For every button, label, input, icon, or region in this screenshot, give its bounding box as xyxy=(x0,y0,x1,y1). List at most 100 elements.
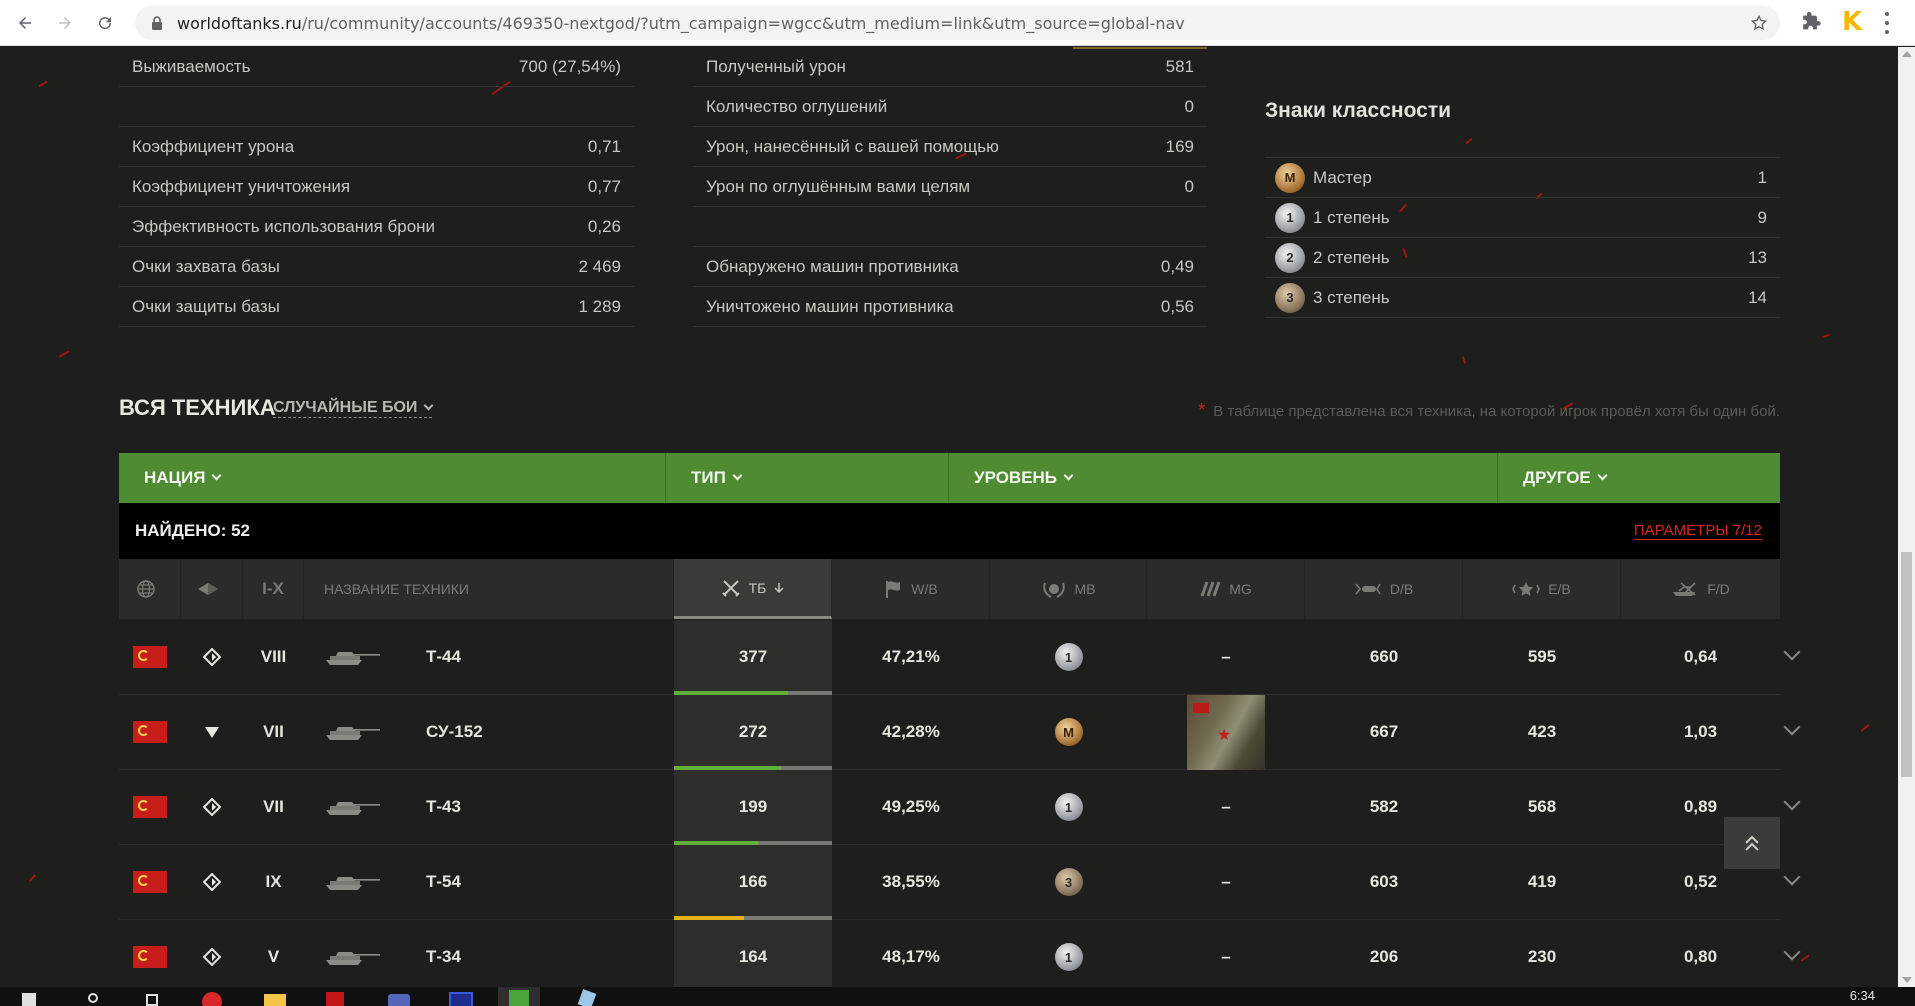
address-bar[interactable]: worldoftanks.ru/ru/community/accounts/46… xyxy=(135,6,1780,40)
col-marks[interactable]: MG xyxy=(1147,559,1305,619)
shell-burst-icon xyxy=(1355,583,1381,595)
row-expand-button[interactable] xyxy=(1783,643,1806,670)
stat-row: Обнаружено машин противника 0,49 xyxy=(693,247,1207,287)
spark-decoration xyxy=(58,350,70,358)
task-view-icon[interactable] xyxy=(140,987,164,1006)
vehicle-name: Т-43 xyxy=(426,797,461,816)
vehicle-name-cell[interactable]: СУ-152 xyxy=(304,695,674,770)
kd-value: 0,52 xyxy=(1683,872,1718,891)
back-button[interactable] xyxy=(10,8,40,38)
browser-menu-icon[interactable] xyxy=(1885,12,1891,34)
page-scrollbar[interactable] xyxy=(1898,47,1915,987)
vehicle-row[interactable]: IX Т-54 166 38,55% 3 – 603 419 0,52 xyxy=(119,844,1780,920)
col-kd[interactable]: F/D xyxy=(1621,559,1780,619)
vehicle-row[interactable]: VII Т-43 199 49,25% 1 – 582 568 0,89 xyxy=(119,769,1780,845)
stat-row: Урон, нанесённый с вашей помощью 169 xyxy=(693,127,1207,167)
monitor-app-icon[interactable] xyxy=(448,987,473,1006)
damage-cell: 660 xyxy=(1305,620,1463,695)
search-icon[interactable] xyxy=(82,987,106,1006)
folder-icon[interactable] xyxy=(262,987,286,1006)
game-icon[interactable] xyxy=(322,987,346,1006)
vehicle-name-cell[interactable]: Т-44 xyxy=(304,620,674,695)
mastery-badge-icon: M xyxy=(1054,718,1083,746)
vehicle-row[interactable]: VII СУ-152 272 42,28% M 667 423 1,03 xyxy=(119,694,1780,770)
params-link[interactable]: ПАРАМЕТРЫ 7/12 xyxy=(1633,522,1762,540)
row-expand-button[interactable] xyxy=(1783,793,1806,820)
bookmark-star-icon[interactable] xyxy=(1750,14,1768,32)
winrate-value: 48,17% xyxy=(882,947,940,966)
winrate-cell: 48,17% xyxy=(832,920,990,988)
wot-launcher-icon[interactable] xyxy=(498,987,540,1006)
battles-value: 166 xyxy=(738,872,768,891)
spark-decoration xyxy=(1821,333,1831,339)
vehicle-row[interactable]: VIII Т-44 377 47,21% 1 – 660 595 0,64 xyxy=(119,619,1780,695)
tank-destroyer-icon xyxy=(205,727,219,738)
col-winrate[interactable]: W/B xyxy=(832,559,990,619)
xp-cell: 419 xyxy=(1463,845,1621,920)
winrate-cell: 47,21% xyxy=(832,620,990,695)
col-nation[interactable] xyxy=(119,559,181,619)
col-damage[interactable]: D/B xyxy=(1305,559,1463,619)
vehicle-name-cell[interactable]: Т-54 xyxy=(304,845,674,920)
col-name[interactable]: НАЗВАНИЕ ТЕХНИКИ xyxy=(304,559,674,619)
nation-cell xyxy=(119,695,181,770)
xp-value: 423 xyxy=(1527,722,1557,741)
medal-first-class-icon: 1 xyxy=(1275,202,1305,233)
scroll-to-top-button[interactable] xyxy=(1724,817,1780,869)
spark-decoration xyxy=(38,80,48,88)
row-expand-button[interactable] xyxy=(1783,868,1806,895)
type-cell xyxy=(181,920,243,988)
damage-cell: 667 xyxy=(1305,695,1463,770)
col-xp[interactable]: E/B xyxy=(1463,559,1621,619)
gun-marks-icon xyxy=(1200,581,1221,597)
battles-cell: 377 xyxy=(674,619,832,695)
gun-marks-cell: – xyxy=(1147,920,1305,988)
gun-marks-value: – xyxy=(1221,647,1231,666)
battle-mode-dropdown[interactable]: СЛУЧАЙНЫЕ БОИ xyxy=(273,399,434,418)
windows-start-icon[interactable] xyxy=(18,987,42,1006)
col-battles[interactable]: ТБ xyxy=(674,559,832,619)
ussr-flag-icon xyxy=(133,796,167,818)
chevron-down-icon xyxy=(211,470,222,480)
nation-cell xyxy=(119,845,181,920)
stat-row xyxy=(119,87,634,127)
vehicle-table-header: I-X НАЗВАНИЕ ТЕХНИКИ ТБ W/B MB MG D/B E/… xyxy=(119,559,1780,619)
chevron-down-icon xyxy=(1783,943,1801,961)
scrollbar-thumb[interactable] xyxy=(1901,552,1912,777)
vehicle-name-cell[interactable]: Т-34 xyxy=(304,920,674,988)
col-type[interactable] xyxy=(181,559,243,619)
extensions-puzzle-icon[interactable] xyxy=(1800,11,1822,33)
filter-nation[interactable]: НАЦИЯ xyxy=(119,453,666,503)
vehicle-row[interactable]: V Т-34 164 48,17% 1 – 206 230 0,80 xyxy=(119,919,1780,988)
page-content: Выживаемость 700 (27,54%) Коэффициент уро… xyxy=(0,47,1898,987)
arrow-left-icon xyxy=(19,16,31,29)
chevron-down-icon xyxy=(1063,470,1074,480)
mastery-table: M Мастер 1 1 1 степень 9 2 2 степень 13 3 3… xyxy=(1265,157,1780,318)
forward-button[interactable] xyxy=(50,8,80,38)
col-mastery[interactable]: MB xyxy=(990,559,1147,619)
filter-other[interactable]: ДРУГОЕ xyxy=(1498,453,1780,503)
nation-cell xyxy=(119,620,181,695)
battles-cell: 199 xyxy=(674,769,832,845)
mastery-row: M Мастер 1 xyxy=(1265,158,1780,198)
chevron-down-icon xyxy=(1597,470,1608,480)
extension-k-icon[interactable]: K xyxy=(1842,8,1866,36)
medal-master-icon: M xyxy=(1275,162,1305,193)
reload-button[interactable] xyxy=(90,8,120,38)
row-expand-button[interactable] xyxy=(1783,943,1806,970)
double-chevron-up-icon xyxy=(1745,835,1759,851)
notepad-icon[interactable] xyxy=(574,987,598,1006)
opera-browser-icon[interactable] xyxy=(200,987,224,1006)
stat-row: Количество оглушений 0 xyxy=(693,87,1207,127)
filter-type[interactable]: ТИП xyxy=(666,453,949,503)
scroll-up-arrow-icon[interactable] xyxy=(1902,51,1912,57)
row-expand-button[interactable] xyxy=(1783,718,1806,745)
damage-cell: 206 xyxy=(1305,920,1463,988)
filter-tier[interactable]: УРОВЕНЬ xyxy=(949,453,1498,503)
scroll-down-arrow-icon[interactable] xyxy=(1902,977,1912,983)
app-icon[interactable] xyxy=(386,987,410,1006)
crossed-swords-icon xyxy=(721,579,740,597)
vehicle-name-cell[interactable]: Т-43 xyxy=(304,770,674,845)
col-tier[interactable]: I-X xyxy=(243,559,304,619)
type-cell xyxy=(181,695,243,770)
